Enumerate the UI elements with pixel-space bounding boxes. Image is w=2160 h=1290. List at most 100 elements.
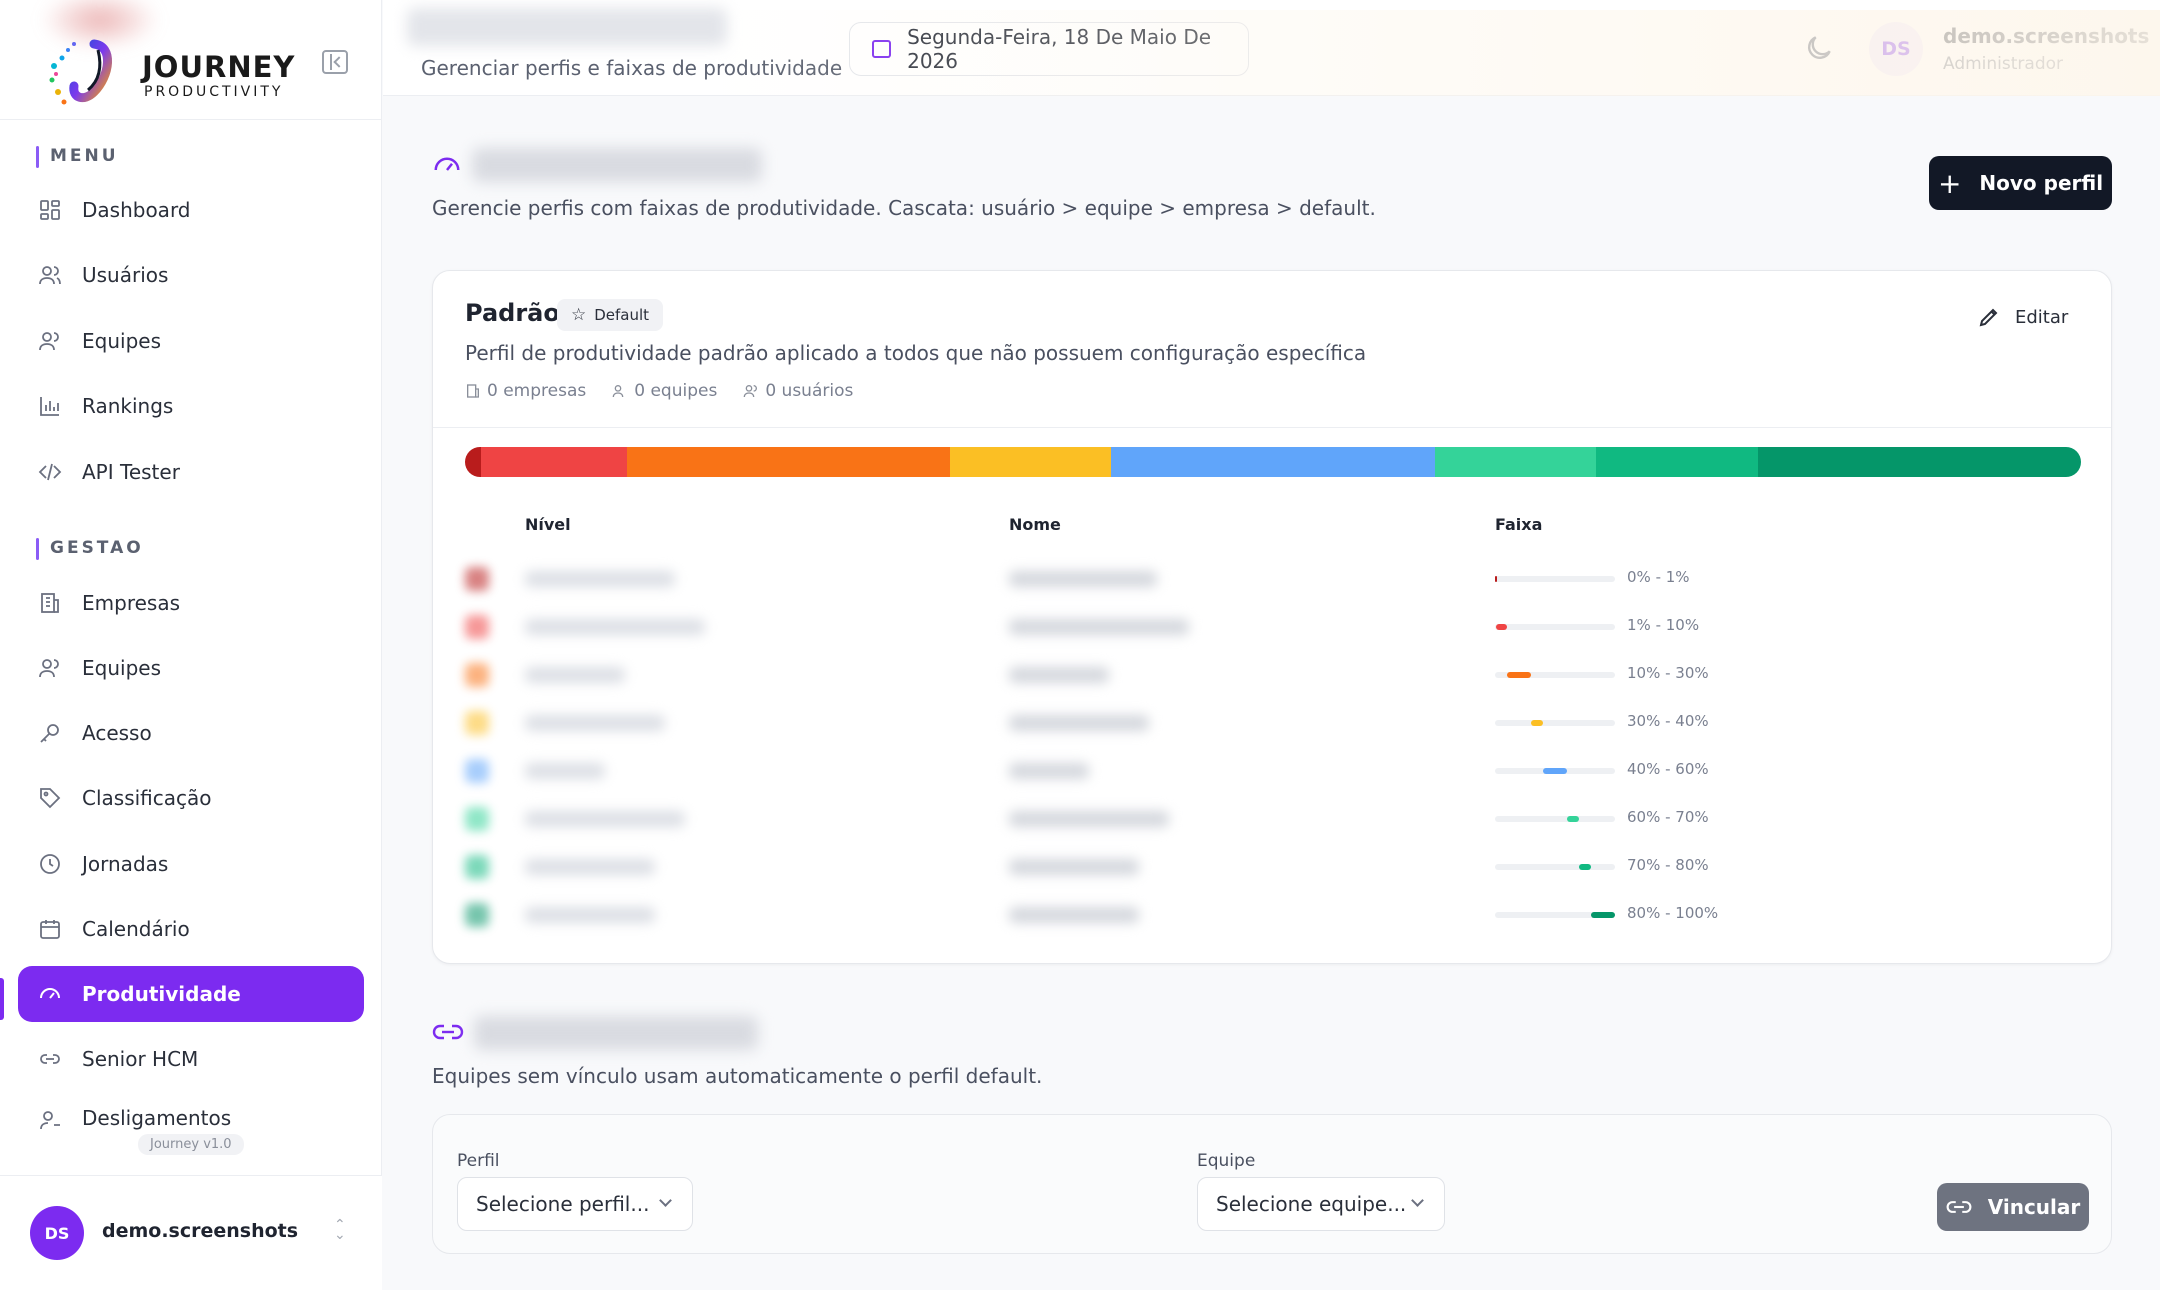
sidebar-user-footer[interactable]: DS demo.screenshots ⌃ ⌄ — [0, 1175, 382, 1290]
column-header-nome: Nome — [1009, 515, 1061, 534]
sidebar-item-label: Equipes — [82, 656, 161, 680]
users-icon — [743, 385, 758, 398]
sidebar-item-label: Senior HCM — [82, 1047, 199, 1071]
page-title-blurred — [472, 148, 762, 182]
default-badge-label: Default — [594, 306, 650, 324]
sidebar-item-senior-hcm[interactable]: Senior HCM — [18, 1031, 364, 1087]
sidebar-item-label: Dashboard — [82, 198, 191, 222]
profile-description: Perfil de produtividade padrão aplicado … — [465, 341, 1367, 365]
link-icon — [432, 1024, 464, 1040]
range-fill — [1495, 576, 1497, 582]
footer-username: demo.screenshots — [102, 1220, 299, 1242]
stat-equipes-text: 0 equipes — [634, 381, 718, 401]
table-row: 80% - 100% — [433, 891, 2111, 939]
journey-logo-icon — [49, 39, 112, 105]
equipe-select[interactable]: Selecione equipe... — [1197, 1177, 1445, 1231]
table-row: 10% - 30% — [433, 651, 2111, 699]
band-name-blurred — [1009, 667, 1109, 683]
building-icon — [467, 384, 479, 398]
level-name-blurred — [525, 571, 675, 587]
sidebar-item-desligamentos[interactable]: Desligamentos — [18, 1096, 364, 1136]
sidebar-item-api-tester[interactable]: API Tester — [18, 444, 364, 500]
sidebar-item-dashboard[interactable]: Dashboard — [18, 182, 364, 238]
header-user-role: Administrador — [1943, 54, 2064, 74]
band-name-blurred — [1009, 763, 1089, 779]
level-name-blurred — [525, 811, 685, 827]
sidebar-item-equipes[interactable]: Equipes — [18, 313, 364, 369]
band-name-blurred — [1009, 715, 1149, 731]
header-username: demo.screenshots — [1943, 24, 2150, 48]
header-user-info[interactable]: demo.screenshots Administrador — [1943, 24, 2149, 74]
link-icon — [36, 1045, 64, 1073]
range-label: 80% - 100% — [1627, 904, 1719, 922]
code-icon — [36, 458, 64, 486]
stat-usuarios: 0 usuários — [743, 381, 853, 401]
band-name-blurred — [1009, 619, 1189, 635]
menu-section-label: MENU — [36, 146, 119, 168]
collapse-sidebar-icon[interactable] — [322, 50, 348, 74]
avatar[interactable]: DS — [1869, 22, 1923, 76]
sidebar-item-label: Usuários — [82, 263, 169, 287]
version-badge: Journey v1.0 — [138, 1134, 244, 1155]
range-label: 60% - 70% — [1627, 808, 1709, 826]
band-segment — [465, 447, 482, 477]
section-title-blurred — [474, 1016, 758, 1050]
sidebar-item-acesso[interactable]: Acesso — [18, 705, 364, 761]
card-divider — [433, 427, 2111, 428]
range-track — [1495, 912, 1615, 918]
calendar-icon — [36, 915, 64, 943]
sidebar-item-calendario[interactable]: Calendário — [18, 901, 364, 957]
profile-title: Padrão — [465, 299, 560, 327]
sidebar-item-classificacao[interactable]: Classificação — [18, 770, 364, 826]
edit-button[interactable]: Editar — [1977, 305, 2068, 329]
band-segment — [949, 447, 1112, 477]
sidebar-item-empresas[interactable]: Empresas — [18, 575, 364, 631]
calendar-icon — [872, 40, 892, 58]
app-root: JOURNEY PRODUCTIVITY MENU Dashboard Usuá… — [0, 0, 2160, 1290]
range-track — [1495, 576, 1615, 582]
sidebar-item-label: Jornadas — [82, 852, 169, 876]
sidebar-item-produtividade[interactable]: Produtividade — [18, 966, 364, 1022]
sidebar-item-rankings[interactable]: Rankings — [18, 378, 364, 434]
team-icon — [612, 385, 624, 398]
chevron-up-down-icon[interactable]: ⌃ ⌄ — [334, 1218, 346, 1242]
sidebar: JOURNEY PRODUCTIVITY MENU Dashboard Usuá… — [0, 0, 382, 1290]
range-label: 10% - 30% — [1627, 664, 1709, 682]
table-row: 0% - 1% — [433, 555, 2111, 603]
sidebar-item-label: Acesso — [82, 721, 152, 745]
link-button[interactable]: Vincular — [1937, 1183, 2089, 1231]
range-label: 30% - 40% — [1627, 712, 1709, 730]
sidebar-item-label: API Tester — [82, 460, 180, 484]
level-color-swatch — [465, 807, 489, 831]
sidebar-item-usuarios[interactable]: Usuários — [18, 247, 364, 303]
level-name-blurred — [525, 715, 665, 731]
range-fill — [1567, 816, 1579, 822]
perfil-label: Perfil — [457, 1151, 500, 1171]
moon-icon[interactable] — [1803, 32, 1835, 64]
table-row: 70% - 80% — [433, 843, 2111, 891]
new-profile-label: Novo perfil — [1979, 171, 2104, 195]
range-track — [1495, 768, 1615, 774]
sidebar-item-jornadas[interactable]: Jornadas — [18, 836, 364, 892]
level-color-swatch — [465, 855, 489, 879]
profile-stats: 0 empresas 0 equipes 0 usuários — [465, 381, 853, 401]
team-icon — [36, 327, 64, 355]
sidebar-item-label: Produtividade — [82, 982, 241, 1006]
perfil-select[interactable]: Selecione perfil... — [457, 1177, 693, 1231]
table-row: 1% - 10% — [433, 603, 2111, 651]
new-profile-button[interactable]: + Novo perfil — [1929, 156, 2112, 210]
active-indicator — [0, 978, 4, 1020]
column-header-nivel: Nível — [525, 515, 571, 534]
team-icon — [36, 654, 64, 682]
page-description: Gerencie perfis com faixas de produtivid… — [432, 196, 1376, 220]
chevron-down-icon — [1411, 1194, 1424, 1207]
brand-name: JOURNEY — [142, 50, 296, 84]
tag-icon — [36, 784, 64, 812]
user-minus-icon — [36, 1106, 64, 1134]
perfil-select-value: Selecione perfil... — [476, 1192, 650, 1216]
top-header: Gerenciar perfis e faixas de produtivida… — [383, 0, 2160, 96]
link-profile-card: Perfil Selecione perfil... Equipe Seleci… — [432, 1114, 2112, 1254]
column-header-faixa: Faixa — [1495, 515, 1543, 534]
sidebar-item-equipes-gestao[interactable]: Equipes — [18, 640, 364, 696]
level-color-swatch — [465, 759, 489, 783]
